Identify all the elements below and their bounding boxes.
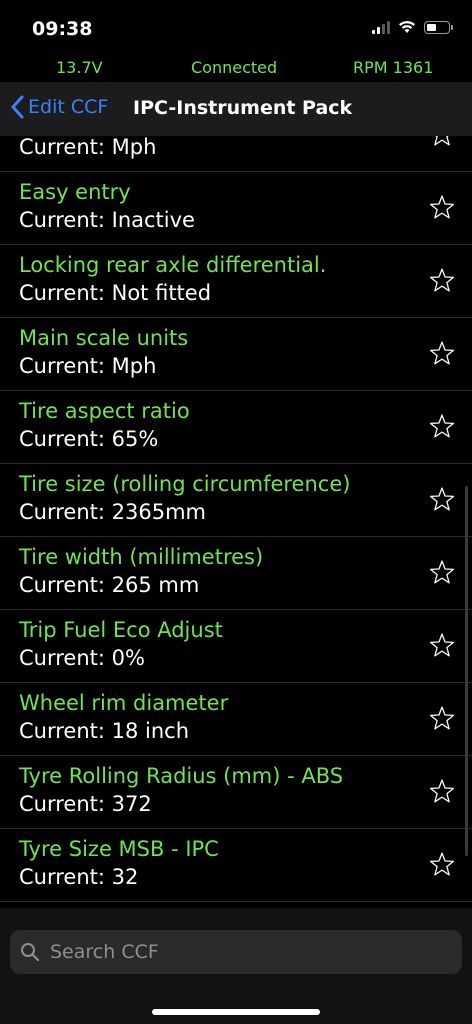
voltage-readout: 13.7V [56, 58, 103, 77]
list-item[interactable]: Main scale units Current: Mph [0, 318, 472, 391]
battery-icon [424, 20, 453, 34]
star-outline-icon[interactable] [428, 413, 456, 441]
navigation-bar: Edit CCF IPC-Instrument Pack [0, 82, 472, 136]
setting-current-value: Current: 18 inch [19, 719, 190, 743]
setting-current-value: Current: 65% [19, 427, 159, 451]
setting-current-value: Current: Inactive [19, 208, 195, 232]
page-title: IPC-Instrument Pack [133, 97, 353, 119]
star-outline-icon[interactable] [428, 705, 456, 733]
search-field[interactable] [10, 930, 462, 974]
setting-current-value: Current: 2365mm [19, 500, 206, 524]
list-item[interactable]: Easy entry Current: Inactive [0, 172, 472, 245]
setting-name: Wheel rim diameter [19, 691, 229, 715]
setting-name: Tyre Rolling Radius (mm) - ABS [19, 764, 344, 788]
setting-name: Easy entry [19, 180, 131, 204]
magnifier-icon [21, 943, 40, 962]
list-item[interactable]: Tyre Size MSB - IPC Current: 32 [0, 829, 472, 902]
list-item[interactable]: Tire size (rolling circumference) Curren… [0, 464, 472, 537]
status-icons [372, 20, 453, 34]
setting-name: Locking rear axle differential. [19, 253, 327, 277]
star-outline-icon[interactable] [428, 340, 456, 368]
setting-name: Tire aspect ratio [19, 399, 190, 423]
home-indicator[interactable] [152, 1009, 320, 1015]
setting-name: Tyre Size MSB - IPC [19, 837, 219, 861]
star-outline-icon[interactable] [428, 267, 456, 295]
list-item[interactable]: Tire aspect ratio Current: 65% [0, 391, 472, 464]
chevron-left-icon [11, 95, 24, 119]
star-outline-icon[interactable] [428, 194, 456, 222]
list-item[interactable]: Tyre Rolling Radius (mm) - ABS Current: … [0, 756, 472, 829]
setting-current-value: Current: 265 mm [19, 573, 200, 597]
search-bar-container [0, 908, 472, 1024]
setting-name: Main scale units [19, 326, 189, 350]
rpm-readout: RPM 1361 [353, 58, 434, 77]
star-outline-icon[interactable] [428, 632, 456, 660]
star-outline-icon[interactable] [428, 778, 456, 806]
wifi-icon [398, 20, 416, 34]
back-button[interactable]: Edit CCF [10, 95, 108, 119]
star-outline-icon[interactable] [428, 136, 456, 149]
list-item[interactable]: Wheel rim diameter Current: 18 inch [0, 683, 472, 756]
setting-current-value: Current: 0% [19, 646, 145, 670]
star-outline-icon[interactable] [428, 851, 456, 879]
star-outline-icon[interactable] [428, 486, 456, 514]
back-button-label: Edit CCF [28, 96, 109, 118]
star-outline-icon[interactable] [428, 559, 456, 587]
status-time: 09:38 [32, 18, 93, 40]
setting-current-value: Current: 32 [19, 865, 139, 889]
setting-name: Tire size (rolling circumference) [19, 472, 351, 496]
cellular-signal-icon [372, 20, 390, 34]
setting-current-value: Current: 372 [19, 792, 152, 816]
scrollbar[interactable] [465, 486, 468, 856]
setting-current-value: Current: Mph [19, 354, 157, 378]
connection-info-bar: 13.7V Connected RPM 1361 [0, 56, 472, 82]
setting-current-value: Current: Not fitted [19, 281, 212, 305]
list-item[interactable]: Current: Mph [0, 136, 472, 172]
list-item[interactable]: Locking rear axle differential. Current:… [0, 245, 472, 318]
setting-name: Tire width (millimetres) [19, 545, 264, 569]
setting-name: Trip Fuel Eco Adjust [19, 618, 223, 642]
search-input[interactable] [48, 940, 442, 964]
list-item[interactable]: Trip Fuel Eco Adjust Current: 0% [0, 610, 472, 683]
connection-status: Connected [191, 58, 278, 77]
ccf-settings-list[interactable]: Current: Mph Easy entry Current: Inactiv… [0, 136, 472, 908]
setting-current-value: Current: Mph [19, 136, 157, 159]
status-bar: 09:38 [0, 0, 472, 56]
list-item[interactable]: Tire width (millimetres) Current: 265 mm [0, 537, 472, 610]
